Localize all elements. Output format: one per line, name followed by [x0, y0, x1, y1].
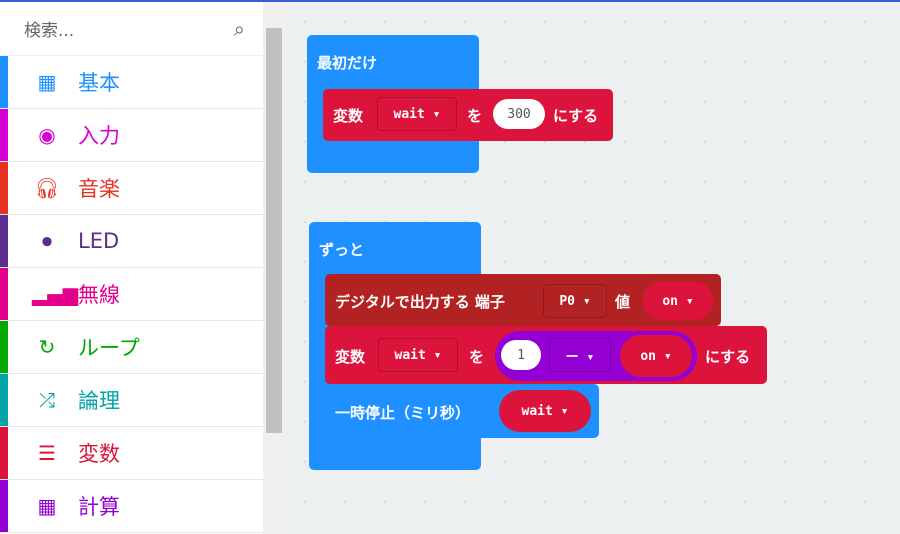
category-label: 変数: [78, 442, 120, 466]
category-color-bar: [0, 480, 8, 532]
list-icon: ☰: [38, 441, 56, 465]
category-label: ループ: [78, 336, 140, 360]
variable-dropdown[interactable]: wait ▾: [377, 97, 457, 131]
category-label: LED: [78, 229, 120, 253]
search-input[interactable]: 検索...: [24, 16, 234, 41]
calculator-icon: ▦: [37, 494, 57, 518]
pin-dropdown[interactable]: P0 ▾: [543, 284, 607, 318]
operator-dropdown[interactable]: ー ▾: [549, 338, 611, 372]
forever-label: ずっと: [319, 241, 365, 259]
category-color-bar: [0, 321, 8, 373]
set-label-2: 変数: [335, 348, 366, 366]
category-color-bar: [0, 374, 8, 426]
value-input[interactable]: 300: [493, 99, 545, 129]
category-label: 音楽: [78, 177, 120, 201]
category-label: 論理: [78, 389, 120, 413]
pause-label: 一時停止（ミリ秒）: [335, 404, 471, 422]
category-color-bar: [0, 427, 8, 479]
rhs-dropdown[interactable]: on ▾: [620, 335, 692, 377]
refresh-icon: ↻: [38, 335, 56, 359]
category-color-bar: [0, 215, 8, 267]
category-4[interactable]: ▂▄▆ 無線: [0, 268, 263, 321]
category-7[interactable]: ☰ 変数: [0, 427, 263, 480]
variable-dropdown-2[interactable]: wait ▾: [378, 338, 458, 372]
signal-icon: ▂▄▆: [32, 282, 79, 306]
value-label: 値: [615, 293, 631, 311]
category-color-bar: [0, 162, 8, 214]
toolbox: 検索... ⌕ ▦ 基本 ◉ 入力 🎧︎ 音楽 ⏺ LED ▂▄▆ 無線 ↻ ル…: [0, 2, 263, 534]
set-label: 変数: [333, 107, 364, 125]
shuffle-icon: ⤮: [39, 388, 55, 412]
category-1[interactable]: ◉ 入力: [0, 109, 263, 162]
grid-icon: ▦: [37, 70, 57, 94]
suffix-label: にする: [553, 107, 599, 125]
to-label-2: を: [469, 348, 485, 366]
to-label: を: [467, 107, 483, 125]
toggle-icon: ⏺: [42, 229, 52, 253]
target-icon: ◉: [38, 123, 56, 147]
category-3[interactable]: ⏺ LED: [0, 215, 263, 268]
headphones-icon: 🎧︎: [34, 176, 60, 200]
category-5[interactable]: ↻ ループ: [0, 321, 263, 374]
search-box[interactable]: 検索... ⌕: [0, 2, 263, 56]
on-start-label: 最初だけ: [317, 54, 378, 72]
category-label: 無線: [78, 283, 120, 307]
search-icon[interactable]: ⌕: [234, 17, 245, 41]
category-label: 計算: [78, 495, 120, 519]
number-input[interactable]: 1: [501, 340, 541, 370]
category-8[interactable]: ▦ 計算: [0, 480, 263, 533]
suffix-label-2: にする: [705, 348, 751, 366]
pause-variable-dropdown[interactable]: wait ▾: [499, 390, 591, 432]
category-2[interactable]: 🎧︎ 音楽: [0, 162, 263, 215]
category-label: 基本: [78, 71, 120, 95]
category-6[interactable]: ⤮ 論理: [0, 374, 263, 427]
digital-value-dropdown[interactable]: on ▾: [643, 282, 713, 320]
category-color-bar: [0, 268, 8, 320]
category-color-bar: [0, 56, 8, 108]
category-color-bar: [0, 109, 8, 161]
scrollbar-thumb[interactable]: [266, 28, 282, 433]
category-0[interactable]: ▦ 基本: [0, 56, 263, 109]
workspace[interactable]: 最初だけ 変数 wait ▾ を 300 にする ずっと デジタルで出力する 端…: [285, 2, 900, 534]
digital-write-label: デジタルで出力する 端子: [335, 293, 505, 311]
category-label: 入力: [78, 124, 120, 148]
